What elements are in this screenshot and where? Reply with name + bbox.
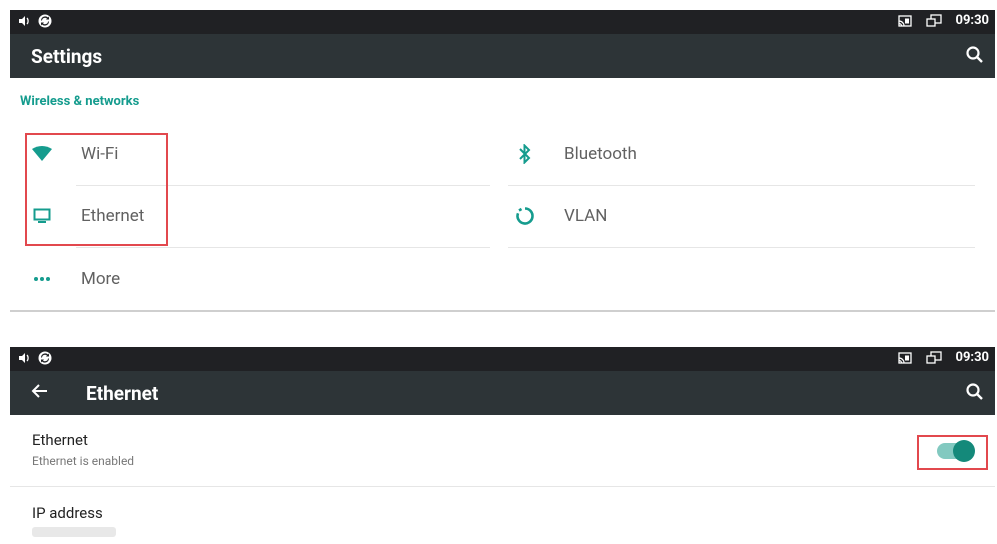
highlight-box [917,435,988,470]
screen-separator [10,310,995,312]
sync-icon [38,351,52,365]
settings-item-label: Bluetooth [564,144,637,164]
volume-icon [19,16,29,26]
highlight-box [25,133,168,246]
volume-icon [19,353,29,363]
bluetooth-icon [508,144,542,164]
ethernet-pref-subtitle: Ethernet is enabled [32,454,135,468]
settings-item-vlan[interactable]: VLAN [508,186,975,246]
status-time: 09:30 [955,13,990,28]
ethernet-preference-row[interactable]: Ethernet Ethernet is enabled [10,415,995,485]
cast-icon [897,14,912,27]
settings-item-bluetooth[interactable]: Bluetooth [508,124,975,184]
divider [10,486,995,487]
ip-address-row[interactable]: IP address [10,488,995,544]
search-icon[interactable] [965,382,985,402]
sync-icon [38,14,52,28]
screen-mirror-icon [925,350,942,364]
settings-item-label: More [81,269,121,289]
divider [508,247,975,248]
cast-icon [897,351,912,364]
ip-address-title: IP address [32,504,103,522]
status-time: 09:30 [955,350,990,365]
vlan-icon [508,206,542,226]
divider [76,247,490,248]
page-title: Settings [31,45,103,68]
settings-item-label: VLAN [564,206,608,226]
status-bar: 09:30 [10,347,995,371]
back-arrow-icon[interactable] [30,381,50,401]
more-dots-icon [25,276,59,282]
ethernet-pref-title: Ethernet [32,431,88,449]
page-title: Ethernet [86,382,159,405]
screen-mirror-icon [925,13,942,27]
ip-address-value-redacted [32,527,116,537]
settings-item-more[interactable]: More [25,249,490,309]
section-title-wireless: Wireless & networks [20,94,140,109]
app-bar: Settings [10,34,995,78]
search-icon[interactable] [965,45,985,65]
app-bar: Ethernet [10,371,995,415]
status-bar: 09:30 [10,10,995,34]
